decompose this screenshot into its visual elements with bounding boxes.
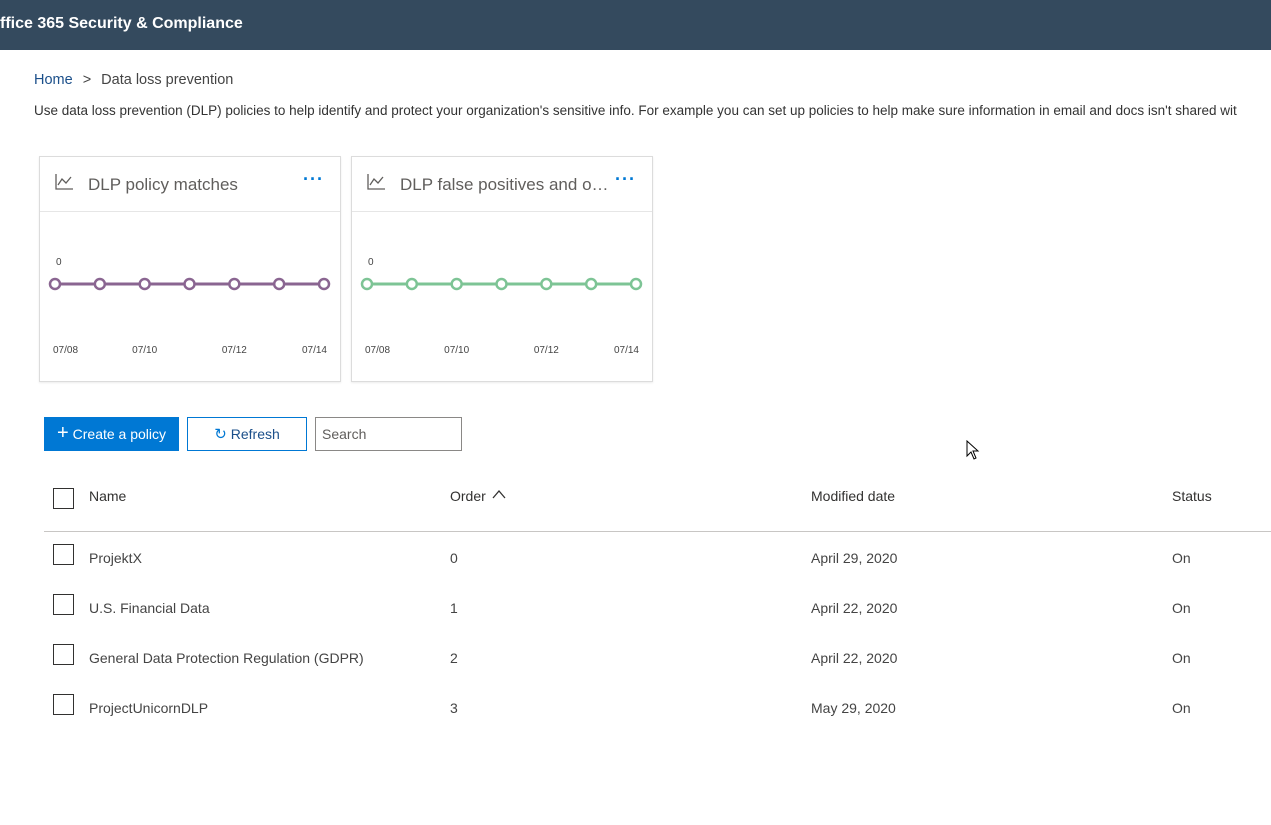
card-title: DLP false positives and ov... <box>400 175 610 194</box>
select-all-checkbox[interactable] <box>53 488 74 509</box>
false-positives-chart: 0 07/08 07/10 07/12 07/14 <box>360 257 643 356</box>
policy-name[interactable]: ProjektX <box>89 550 142 566</box>
mouse-cursor-icon <box>966 440 980 460</box>
x-axis-tick-label: 07/10 <box>444 345 469 356</box>
x-axis-tick-label: 07/10 <box>132 345 157 356</box>
policy-name[interactable]: General Data Protection Regulation (GDPR… <box>89 650 364 666</box>
card-header: DLP policy matches ··· <box>40 157 340 212</box>
column-header-name[interactable]: Name <box>89 488 126 504</box>
x-axis-tick-label: 07/12 <box>534 345 559 356</box>
policy-name[interactable]: ProjectUnicornDLP <box>89 700 208 716</box>
data-point[interactable] <box>540 277 553 291</box>
y-axis-label: 0 <box>56 257 62 268</box>
policy-status: On <box>1172 600 1191 616</box>
data-point[interactable] <box>93 277 107 291</box>
policy-modified-date: April 29, 2020 <box>811 550 898 566</box>
policy-matches-chart: 0 07/08 07/10 07/12 07/14 <box>48 257 331 356</box>
x-axis-tick-label: 07/08 <box>53 345 78 356</box>
sort-ascending-icon <box>492 490 506 499</box>
line-chart-icon <box>367 174 385 190</box>
data-point[interactable] <box>48 277 62 291</box>
refresh-button[interactable]: ↻ Refresh <box>187 417 307 451</box>
data-point[interactable] <box>405 277 419 291</box>
table-row[interactable]: ProjectUnicornDLP 3 May 29, 2020 On <box>0 694 1271 750</box>
column-header-status[interactable]: Status <box>1172 488 1212 504</box>
policy-modified-date: May 29, 2020 <box>811 700 896 716</box>
data-point[interactable] <box>228 277 241 291</box>
column-header-order[interactable]: Order <box>450 488 486 504</box>
top-bar: ffice 365 Security & Compliance <box>0 0 1271 50</box>
policy-modified-date: April 22, 2020 <box>811 600 898 616</box>
data-point[interactable] <box>629 277 643 291</box>
data-point[interactable] <box>360 277 374 291</box>
breadcrumb-current: Data loss prevention <box>101 72 234 88</box>
card-header: DLP false positives and ov... ··· <box>352 157 652 212</box>
page-description: Use data loss prevention (DLP) policies … <box>34 103 1237 118</box>
column-header-modified-date[interactable]: Modified date <box>811 488 895 504</box>
policy-order: 3 <box>450 700 458 716</box>
data-point[interactable] <box>138 277 151 291</box>
table-row[interactable]: U.S. Financial Data 1 April 22, 2020 On <box>0 594 1271 650</box>
app-title: ffice 365 Security & Compliance <box>0 15 243 32</box>
row-checkbox[interactable] <box>53 694 74 715</box>
breadcrumb: Home > Data loss prevention <box>34 72 233 88</box>
card-title: DLP policy matches <box>88 175 238 194</box>
policy-order: 0 <box>450 550 458 566</box>
row-checkbox[interactable] <box>53 544 74 565</box>
breadcrumb-home-link[interactable]: Home <box>34 72 73 88</box>
row-checkbox[interactable] <box>53 594 74 615</box>
data-point[interactable] <box>495 277 508 291</box>
refresh-icon: ↻ <box>214 426 227 443</box>
plus-icon: + <box>56 421 69 444</box>
policy-order: 2 <box>450 650 458 666</box>
x-axis-tick-label: 07/14 <box>614 345 639 356</box>
line-chart-icon <box>55 174 73 190</box>
table-row[interactable]: ProjektX 0 April 29, 2020 On <box>0 544 1271 600</box>
policy-status: On <box>1172 550 1191 566</box>
policy-status: On <box>1172 650 1191 666</box>
create-policy-button[interactable]: + Create a policy <box>44 417 179 451</box>
card-dlp-false-positives[interactable]: DLP false positives and ov... ··· 0 07/08… <box>351 156 653 382</box>
header-divider <box>44 531 1271 532</box>
refresh-label: Refresh <box>230 426 280 442</box>
policy-modified-date: April 22, 2020 <box>811 650 898 666</box>
more-options-icon[interactable]: ··· <box>303 169 324 190</box>
x-axis-tick-label: 07/12 <box>222 345 247 356</box>
policy-order: 1 <box>450 600 458 616</box>
data-point[interactable] <box>272 277 286 291</box>
data-point[interactable] <box>183 277 196 291</box>
search-input[interactable] <box>315 417 462 451</box>
data-point[interactable] <box>317 277 331 291</box>
policy-name[interactable]: U.S. Financial Data <box>89 600 210 616</box>
data-point[interactable] <box>450 277 463 291</box>
breadcrumb-separator: > <box>82 72 92 88</box>
more-options-icon[interactable]: ··· <box>615 169 636 190</box>
table-row[interactable]: General Data Protection Regulation (GDPR… <box>0 644 1271 700</box>
policy-status: On <box>1172 700 1191 716</box>
x-axis-tick-label: 07/08 <box>365 345 390 356</box>
y-axis-label: 0 <box>368 257 374 268</box>
card-dlp-policy-matches[interactable]: DLP policy matches ··· 0 07/08 07/10 07/12 0… <box>39 156 341 382</box>
data-point[interactable] <box>584 277 598 291</box>
x-axis-tick-label: 07/14 <box>302 345 327 356</box>
create-policy-label: Create a policy <box>72 426 167 442</box>
row-checkbox[interactable] <box>53 644 74 665</box>
